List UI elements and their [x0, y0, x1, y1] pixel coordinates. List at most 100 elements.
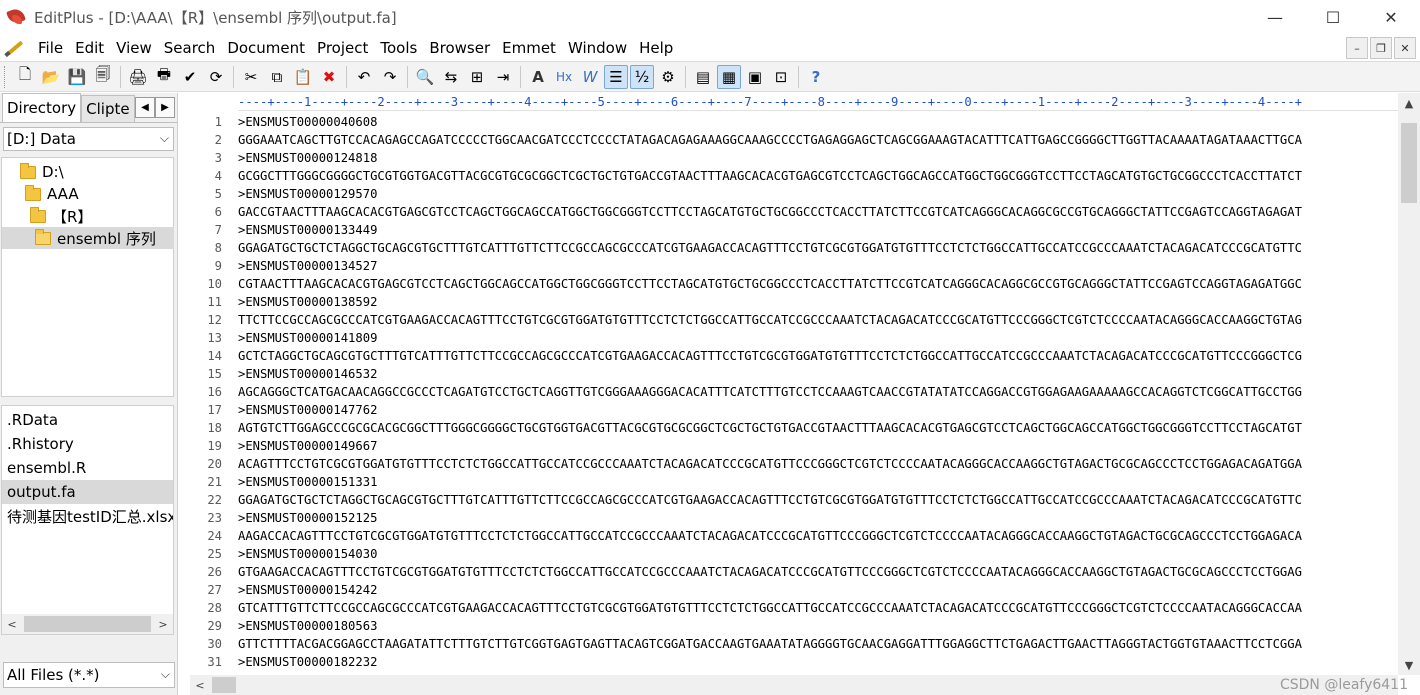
- scroll-left-icon[interactable]: <: [190, 675, 210, 695]
- tab-scroll-arrows: ◀ ▶: [135, 97, 175, 118]
- file-list-scrollbar[interactable]: < >: [2, 614, 173, 634]
- scroll-left-icon[interactable]: <: [2, 614, 22, 634]
- horizontal-scrollbar[interactable]: <: [190, 675, 1398, 695]
- chevron-down-icon: ⌵: [160, 667, 170, 681]
- file-item-xlsx[interactable]: 待测基因testID汇总.xlsx: [2, 504, 173, 528]
- find-in-files-icon[interactable]: ⊞: [465, 65, 489, 89]
- tree-node-label: AAA: [47, 185, 79, 203]
- text-line: AGTGTCTTGGAGCCCGCGCACGCGGCTTTGGGCGGGGCTG…: [238, 421, 1302, 435]
- find-icon[interactable]: 🔍: [413, 65, 437, 89]
- menu-document[interactable]: Document: [221, 39, 311, 57]
- file-item-rdata[interactable]: .RData: [2, 408, 173, 432]
- doc-close-button[interactable]: ✕: [1394, 37, 1416, 59]
- toolbar-separator: [233, 65, 234, 88]
- menu-file[interactable]: File: [32, 39, 69, 57]
- tree-node-ensembl[interactable]: ensembl 序列: [2, 227, 174, 249]
- text-area[interactable]: >ENSMUST00000040608 GGGAAATCAGCTTGTCCACAG…: [238, 113, 1398, 675]
- toolbar-grip[interactable]: [4, 65, 8, 88]
- drive-select[interactable]: [D:] Data ⌵: [3, 127, 174, 151]
- tab-scroll-left-icon[interactable]: ◀: [135, 97, 155, 118]
- menu-tools[interactable]: Tools: [374, 39, 423, 57]
- file-item-output-fa[interactable]: output.fa: [2, 480, 173, 504]
- line-numbers-icon[interactable]: ½: [630, 64, 654, 89]
- file-item-ensembl-r[interactable]: ensembl.R: [2, 456, 173, 480]
- text-line: >ENSMUST00000133449: [238, 223, 378, 237]
- spell-check-icon[interactable]: ✔: [178, 65, 202, 89]
- replace-icon[interactable]: ⇆: [439, 65, 463, 89]
- file-item-rhistory[interactable]: .Rhistory: [2, 432, 173, 456]
- scroll-thumb[interactable]: [24, 616, 151, 632]
- toolbar: 🗋 📂 💾 🗐 🖨 🖶 ✔ ⟳ ✂ ⧉ 📋 ✖ ↶ ↷ 🔍 ⇆ ⊞ ⇥ A Hx…: [0, 61, 1420, 92]
- vertical-scrollbar[interactable]: ▲ ▼: [1398, 93, 1420, 675]
- file-filter-select[interactable]: All Files (*.*) ⌵: [3, 662, 175, 688]
- tree-node-d[interactable]: D:\: [20, 161, 64, 183]
- hex-viewer-icon[interactable]: Hx: [552, 65, 576, 89]
- menu-emmet[interactable]: Emmet: [496, 39, 562, 57]
- maximize-button[interactable]: ☐: [1304, 0, 1362, 34]
- tab-directory[interactable]: Directory: [2, 93, 82, 122]
- output-window-icon[interactable]: ▣: [743, 65, 767, 89]
- close-button[interactable]: ✕: [1362, 0, 1420, 34]
- doc-minimize-button[interactable]: –: [1346, 37, 1368, 59]
- cut-icon[interactable]: ✂: [239, 65, 263, 89]
- delete-icon[interactable]: ✖: [317, 65, 341, 89]
- directory-window-icon[interactable]: ▤: [691, 65, 715, 89]
- text-line: >ENSMUST00000152125: [238, 511, 378, 525]
- settings-gear-icon[interactable]: ⚙: [656, 65, 680, 89]
- line-number: 12: [207, 313, 222, 327]
- minimize-button[interactable]: —: [1246, 0, 1304, 34]
- redo-icon[interactable]: ↷: [378, 65, 402, 89]
- menu-edit[interactable]: Edit: [69, 39, 110, 57]
- word-wrap-icon[interactable]: W: [578, 65, 602, 89]
- menu-view[interactable]: View: [110, 39, 158, 57]
- goto-line-icon[interactable]: ⇥: [491, 65, 515, 89]
- folder-tree: D:\ AAA 【R】 ensembl 序列: [1, 157, 174, 397]
- menu-search[interactable]: Search: [158, 39, 222, 57]
- scroll-up-icon[interactable]: ▲: [1398, 93, 1420, 113]
- menu-help[interactable]: Help: [633, 39, 679, 57]
- copy-icon[interactable]: ⧉: [265, 65, 289, 89]
- scroll-thumb[interactable]: [1401, 123, 1417, 203]
- undo-icon[interactable]: ↶: [352, 65, 376, 89]
- line-number: 30: [207, 637, 222, 651]
- save-icon[interactable]: 💾: [65, 65, 89, 89]
- scroll-down-icon[interactable]: ▼: [1398, 655, 1420, 675]
- new-file-icon[interactable]: 🗋: [13, 65, 37, 89]
- save-all-icon[interactable]: 🗐: [91, 65, 115, 89]
- line-number: 23: [207, 511, 222, 525]
- menu-browser[interactable]: Browser: [423, 39, 496, 57]
- editplus-logo-icon: [6, 6, 28, 28]
- line-number-gutter: 1 2 3 4 5 6 7 8 9 10 11 12 13 14 15 16 17 18 19 20 21 22 23 24 2…: [180, 113, 226, 675]
- scroll-thumb[interactable]: [212, 677, 236, 693]
- doc-restore-button[interactable]: ❐: [1370, 37, 1392, 59]
- line-number: 7: [214, 223, 222, 237]
- open-folder-icon[interactable]: 📂: [39, 65, 63, 89]
- line-number: 20: [207, 457, 222, 471]
- print-icon[interactable]: 🖶: [152, 65, 176, 89]
- full-screen-icon[interactable]: ⊡: [769, 65, 793, 89]
- line-number: 6: [214, 205, 222, 219]
- cliptext-window-icon[interactable]: ▦: [717, 64, 741, 89]
- tree-node-r[interactable]: 【R】: [30, 205, 92, 227]
- line-number: 29: [207, 619, 222, 633]
- line-number: 28: [207, 601, 222, 615]
- toolbar-separator: [520, 65, 521, 88]
- menu-project[interactable]: Project: [311, 39, 374, 57]
- tab-cliptext[interactable]: Clipte: [81, 95, 135, 122]
- font-icon[interactable]: A: [526, 65, 550, 89]
- tree-node-aaa[interactable]: AAA: [25, 183, 79, 205]
- print-preview-icon[interactable]: 🖨: [126, 65, 150, 89]
- line-number: 5: [214, 187, 222, 201]
- line-number: 21: [207, 475, 222, 489]
- window-controls: — ☐ ✕: [1246, 0, 1420, 34]
- tab-scroll-right-icon[interactable]: ▶: [155, 97, 175, 118]
- tree-node-label: ensembl 序列: [57, 229, 156, 248]
- view-in-browser-icon[interactable]: ⟳: [204, 65, 228, 89]
- menu-window[interactable]: Window: [562, 39, 633, 57]
- scroll-right-icon[interactable]: >: [153, 614, 173, 634]
- tree-node-label: D:\: [42, 163, 64, 181]
- help-icon[interactable]: ?: [804, 65, 828, 89]
- paste-icon[interactable]: 📋: [291, 65, 315, 89]
- text-line: >ENSMUST00000151331: [238, 475, 378, 489]
- line-wrap-icon[interactable]: ☰: [604, 64, 628, 89]
